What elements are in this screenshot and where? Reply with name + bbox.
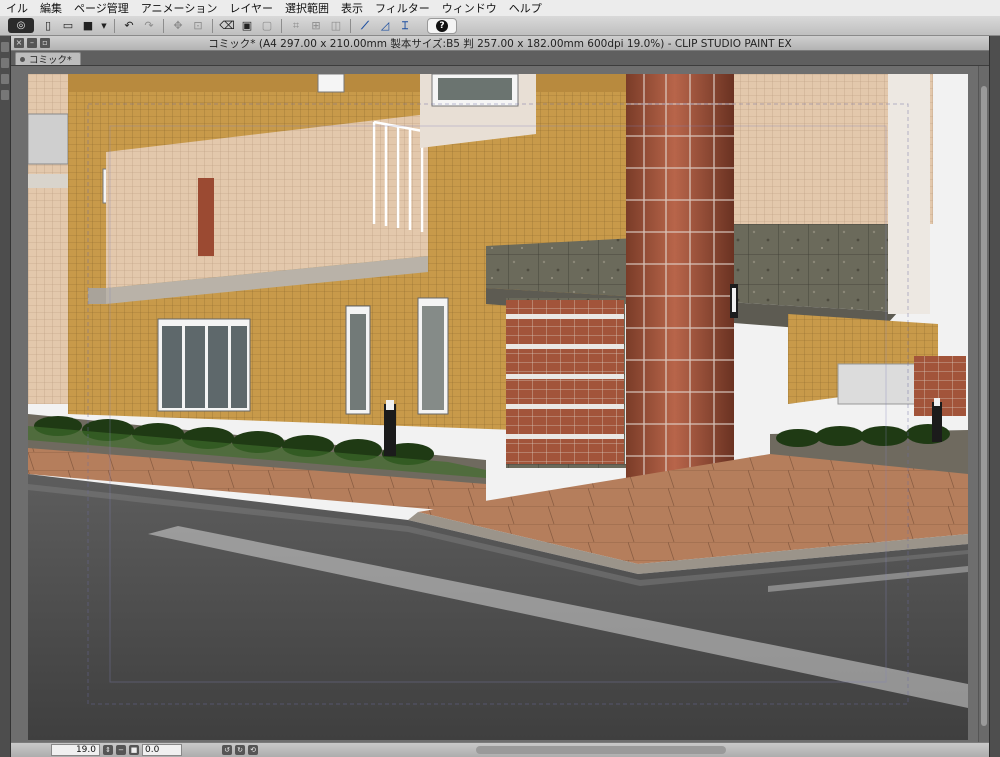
menu-bar: イル 編集 ページ管理 アニメーション レイヤー 選択範囲 表示 フィルター ウ… [0, 0, 1000, 17]
open-icon[interactable]: ▭ [60, 18, 76, 33]
right-panel-strip [989, 36, 1000, 757]
transform-icon[interactable]: ✥ [170, 18, 186, 33]
menu-filter[interactable]: フィルター [369, 0, 436, 16]
canvas-illustration [28, 74, 968, 740]
grid-icon[interactable]: ⊞ [308, 18, 324, 33]
canvas[interactable] [28, 74, 968, 740]
zoom-stepper-icon[interactable]: ⇕ [103, 745, 113, 755]
toolbar-divider [281, 18, 282, 33]
panel-handle-icon[interactable] [1, 58, 9, 68]
menu-window[interactable]: ウィンドウ [436, 0, 503, 16]
clear-icon[interactable]: ⌫ [219, 18, 235, 33]
layer-icon[interactable]: ▢ [259, 18, 275, 33]
menu-help[interactable]: ヘルプ [503, 0, 548, 16]
reset-rotation-icon[interactable]: ⟲ [248, 745, 258, 755]
document-tab-label: コミック* [29, 55, 72, 66]
snap-special-ruler-icon[interactable]: ◿ [377, 18, 393, 33]
snap-ruler-icon[interactable]: ⟋ [357, 18, 373, 33]
zoom-fit-icon[interactable]: ■ [129, 745, 139, 755]
rotate-right-icon[interactable]: ↻ [235, 745, 245, 755]
document-tab-row: コミック* [11, 51, 989, 66]
rotate-left-icon[interactable]: ↺ [222, 745, 232, 755]
document-tab[interactable]: コミック* [15, 52, 81, 66]
scale-icon[interactable]: ⊡ [190, 18, 206, 33]
menu-selection[interactable]: 選択範囲 [279, 0, 335, 16]
left-panel-strip [0, 36, 11, 757]
toolbar-divider [350, 18, 351, 33]
save-icon[interactable]: ■ [80, 18, 96, 33]
document-window: × – ▫ コミック* (A4 297.00 x 210.00mm 製本サイズ:… [11, 36, 989, 757]
zoom-out-icon[interactable]: − [116, 745, 126, 755]
undo-icon[interactable]: ↶ [121, 18, 137, 33]
toolbar-divider [212, 18, 213, 33]
layer-prop-icon[interactable]: ◫ [328, 18, 344, 33]
zoom-field[interactable]: 19.0 [51, 744, 100, 756]
tab-dot-icon [20, 56, 25, 62]
toolbar-divider [163, 18, 164, 33]
menu-file[interactable]: イル [0, 0, 34, 16]
status-bar: 19.0 ⇕ − ■ 0.0 ↺ ↻ ⟲ [11, 742, 989, 757]
menu-view[interactable]: 表示 [335, 0, 369, 16]
horizontal-scroll-thumb[interactable] [476, 746, 726, 754]
vertical-scrollbar[interactable] [978, 66, 989, 743]
help-button[interactable]: ? [427, 17, 457, 34]
panel-handle-icon[interactable] [1, 74, 9, 84]
help-icon: ? [436, 19, 448, 32]
menu-layer[interactable]: レイヤー [223, 0, 279, 16]
toolbar-divider [114, 18, 115, 33]
redo-icon[interactable]: ↷ [141, 18, 157, 33]
document-title-bar: × – ▫ コミック* (A4 297.00 x 210.00mm 製本サイズ:… [11, 36, 989, 51]
menu-animation[interactable]: アニメーション [135, 0, 224, 16]
panel-handle-icon[interactable] [1, 90, 9, 100]
vertical-scroll-thumb[interactable] [981, 86, 987, 726]
menu-edit[interactable]: 編集 [34, 0, 68, 16]
command-bar: ◎ ▯ ▭ ■ ▼ ↶ ↷ ✥ ⊡ ⌫ ▣ ▢ ⌗ ⊞ ◫ ⟋ ◿ ⌶ ? [0, 16, 1000, 36]
document-title: コミック* (A4 297.00 x 210.00mm 製本サイズ:B5 判 2… [208, 37, 792, 50]
panel-handle-icon[interactable] [1, 42, 9, 52]
snap-grid-icon[interactable]: ⌶ [397, 18, 413, 33]
chevron-down-icon[interactable]: ▼ [100, 18, 108, 33]
new-icon[interactable]: ▯ [40, 18, 56, 33]
fill-icon[interactable]: ▣ [239, 18, 255, 33]
clip-studio-logo-icon[interactable]: ◎ [8, 18, 34, 33]
menu-page-management[interactable]: ページ管理 [68, 0, 135, 16]
rotation-field[interactable]: 0.0 [142, 744, 182, 756]
crop-icon[interactable]: ⌗ [288, 18, 304, 33]
